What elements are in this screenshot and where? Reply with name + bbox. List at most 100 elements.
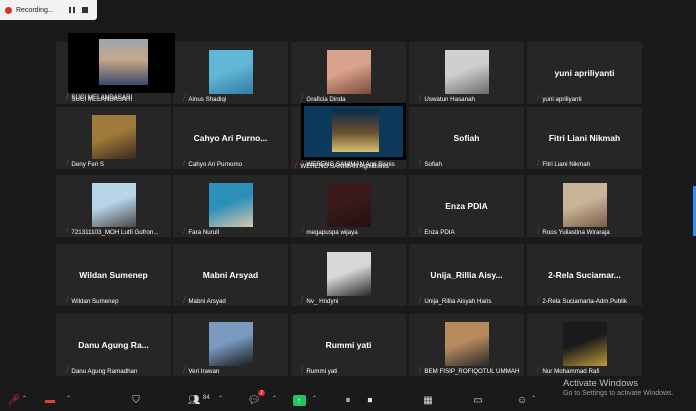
participant-tile[interactable]: ⧸ Nur Mohammad Rafi xyxy=(527,314,642,376)
participant-name-label: ⧸ Wildan Sumenep xyxy=(66,297,119,305)
active-video-tile[interactable] xyxy=(68,33,175,93)
participant-name-label: ⧸ Nur Mohammad Rafi xyxy=(537,367,599,375)
security-button[interactable]: ⛉ xyxy=(128,392,144,408)
participants-icon: 👥︎ xyxy=(187,394,201,406)
muted-mic-icon: ⧸ xyxy=(66,160,69,167)
chat-options-caret[interactable]: ⌃ xyxy=(272,395,277,402)
muted-mic-icon: ⧸ xyxy=(419,95,422,102)
participant-name-label: ⧸ BEM FISIP_ROFIQOTUL UMMAH xyxy=(419,367,519,375)
participant-tile[interactable]: ⧸ Veri Irawan xyxy=(173,314,288,376)
participant-name: Nur Mohammad Rafi xyxy=(542,367,600,375)
participant-name: 2-Rela Suciamarta-Adm.Publik xyxy=(542,297,627,305)
participant-display-name: Rummi yati xyxy=(325,340,372,350)
participant-avatar xyxy=(445,50,489,94)
participant-name-label: ⧸ Veri Irawan xyxy=(183,367,219,375)
participant-tile[interactable]: ⧸ megapuspa wijaya xyxy=(291,175,406,237)
participant-tile[interactable]: Danu Agung Ra... ⧸ Danu Agung Ramadhan xyxy=(56,314,171,376)
reaction-icon: ☺ xyxy=(516,394,528,406)
participant-tile[interactable]: ⧸ Uswatun Hasanah xyxy=(409,42,524,104)
participant-tile[interactable]: ⧸ 721311103_MOH Lutfi Gufron... xyxy=(56,175,171,237)
participant-name-label: ⧸ 2-Rela Suciamarta-Adm.Publik xyxy=(537,297,627,305)
participant-avatar xyxy=(209,183,253,227)
participant-display-name: yuni apriliyanti xyxy=(554,68,615,78)
chat-badge: 2 xyxy=(258,390,265,396)
participant-tile[interactable]: Cahyo Ari Purno... ⧸ Cahyo Ari Purnomo xyxy=(173,107,288,169)
participant-tile[interactable]: Unija_Rillia Aisy... ⧸ Unija_Rillia Aisyah… xyxy=(409,244,524,306)
pause-recording-button[interactable] xyxy=(68,6,77,15)
muted-mic-icon: ⧸ xyxy=(66,367,69,374)
participant-name: Danu Agung Ramadhan xyxy=(71,367,138,375)
video-options-caret[interactable]: ⌃ xyxy=(66,395,71,402)
participant-tile[interactable]: Wildan Sumenep ⧸ Wildan Sumenep xyxy=(56,244,171,306)
audio-options-caret[interactable]: ⌃ xyxy=(22,395,27,402)
reactions-button[interactable]: ☺ xyxy=(514,392,530,408)
participant-name-label: ⧸ Nv_ Hndyni xyxy=(301,297,338,305)
whiteboard-button[interactable]: ▭ xyxy=(470,392,486,408)
unmute-button[interactable]: 🎤︎ xyxy=(6,392,22,408)
record-button[interactable]: ⏸︎ xyxy=(340,392,356,408)
participant-tile[interactable]: Fitri Liani Nikmah ⧸ Fitri Liani Nikmah xyxy=(527,107,642,169)
recording-dot-icon xyxy=(5,6,12,14)
apps-button[interactable]: ▦ xyxy=(420,392,436,408)
participant-avatar xyxy=(92,115,136,159)
participant-name: megapuspa wijaya xyxy=(306,228,358,236)
participant-display-name: Fitri Liani Nikmah xyxy=(548,133,621,143)
participant-avatar xyxy=(563,322,607,366)
video-feed xyxy=(332,109,379,152)
participant-name: yuni apriliyanti xyxy=(542,95,582,103)
participant-tile[interactable]: Sofiah ⧸ Sofiah xyxy=(409,107,524,169)
stop-record-button[interactable]: ⏹︎ xyxy=(362,392,378,408)
participants-button[interactable]: 👥︎ xyxy=(186,392,202,408)
participant-name-label: ⧸ Uswatun Hasanah xyxy=(419,95,475,103)
participant-name-label: ⧸ Cahyo Ari Purnomo xyxy=(183,160,242,168)
participant-tile[interactable]: yuni apriliyanti ⧸ yuni apriliyanti xyxy=(527,42,642,104)
start-video-button[interactable]: ▬ xyxy=(42,392,58,408)
participant-tile[interactable]: Mabni Arsyad ⧸ Mabni Arsyad xyxy=(173,244,288,306)
active-video-tile[interactable] xyxy=(301,103,406,160)
participant-display-name: Unija_Rillia Aisy... xyxy=(430,270,503,280)
share-screen-button[interactable]: ↑ xyxy=(291,392,307,408)
participant-tile[interactable]: ⧸ BEM FISIP_ROFIQOTUL UMMAH xyxy=(409,314,524,376)
participant-name-label: ⧸ SUCI MELANDASARI xyxy=(66,93,132,101)
pause-icon xyxy=(69,7,76,13)
participant-avatar xyxy=(209,50,253,94)
shield-icon: ⛉ xyxy=(132,394,140,406)
muted-mic-icon: ⧸ xyxy=(419,297,422,304)
participant-tile[interactable]: Enza PDIA ⧸ Enza PDIA xyxy=(409,175,524,237)
participants-options-caret[interactable]: ⌃ xyxy=(218,395,223,402)
participant-name-label: ⧸ Sofiah xyxy=(419,160,442,168)
participant-name-label: ⧸ Deny Feri S xyxy=(66,160,104,168)
participant-name: Rummi yati xyxy=(306,367,338,375)
participant-tile[interactable]: ⧸ Graficia Dinda xyxy=(291,42,406,104)
participant-name-label: ⧸ Danu Agung Ramadhan xyxy=(66,367,137,375)
stop-recording-button[interactable] xyxy=(81,6,90,15)
participant-tile[interactable]: ⧸ Fara Nurull xyxy=(173,175,288,237)
chat-button[interactable]: 💬︎ 2 xyxy=(246,390,265,408)
share-options-caret[interactable]: ⌃ xyxy=(312,395,317,402)
muted-mic-icon: ⧸ xyxy=(537,367,540,374)
participant-tile[interactable]: ⧸ Roos Yuliastina Wiraraja xyxy=(527,175,642,237)
muted-mic-icon: ⧸ xyxy=(183,95,186,102)
participant-tile[interactable]: ⧸ Nv_ Hndyni xyxy=(291,244,406,306)
muted-mic-icon: ⧸ xyxy=(537,160,540,167)
participant-name-label: ⧸ Fitri Liani Nikmah xyxy=(537,160,590,168)
activate-windows-title: Activate Windows xyxy=(563,378,638,389)
muted-mic-icon: ⧸ xyxy=(295,162,298,169)
muted-mic-icon: ⧸ xyxy=(183,228,186,235)
participant-tile[interactable]: 2-Rela Suciamar... ⧸ 2-Rela Suciamarta-Adm… xyxy=(527,244,642,306)
participant-tile[interactable]: ⧸ Deny Feri S xyxy=(56,107,171,169)
participant-name: Ainus Shadiqi xyxy=(188,95,227,103)
participant-display-name: Cahyo Ari Purno... xyxy=(193,133,268,143)
participant-tile[interactable]: ⧸ Ainus Shadiqi xyxy=(173,42,288,104)
muted-mic-icon: ⧸ xyxy=(419,160,422,167)
participant-display-name: Enza PDIA xyxy=(445,201,488,211)
reactions-options-caret[interactable]: ⌃ xyxy=(531,395,536,402)
participant-name-label: ⧸ Graficia Dinda xyxy=(301,95,346,103)
participant-name: Mabni Arsyad xyxy=(188,297,226,305)
muted-mic-icon: ⧸ xyxy=(301,297,304,304)
muted-mic-icon: ⧸ xyxy=(183,367,186,374)
participant-tile[interactable]: Rummi yati ⧸ Rummi yati xyxy=(291,314,406,376)
video-off-icon: ▬ xyxy=(45,394,55,406)
participant-name-label: ⧸ WERENG SANIMAN Agri Bisnis xyxy=(295,162,389,170)
muted-mic-icon: ⧸ xyxy=(537,297,540,304)
